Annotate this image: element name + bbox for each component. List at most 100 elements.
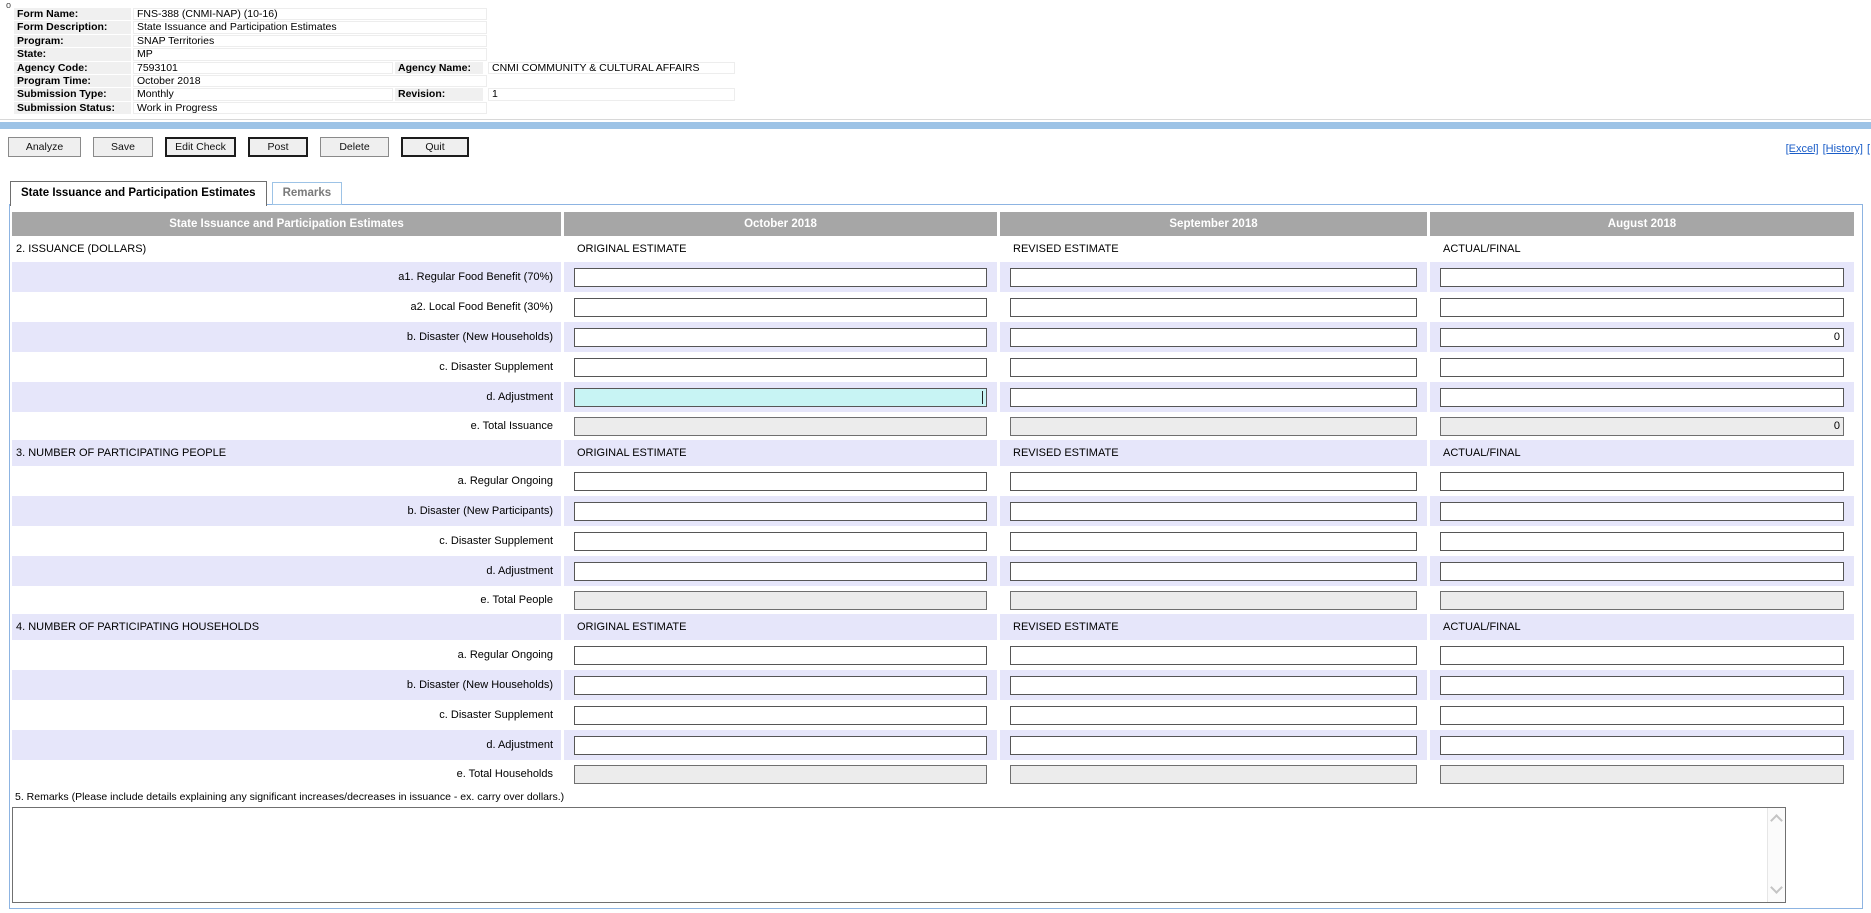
data-row: a2. Local Food Benefit (30%) xyxy=(12,292,1854,322)
estimate-field[interactable] xyxy=(1010,706,1417,725)
estimate-field[interactable] xyxy=(1010,736,1417,755)
estimate-field[interactable] xyxy=(574,388,987,407)
total-field[interactable] xyxy=(574,591,987,610)
data-row: c. Disaster Supplement xyxy=(12,352,1854,382)
estimate-field[interactable] xyxy=(1010,298,1417,317)
row-label: a. Regular Ongoing xyxy=(12,466,561,496)
estimate-field[interactable] xyxy=(1440,736,1844,755)
grid-cell xyxy=(1000,640,1427,670)
estimate-field[interactable] xyxy=(574,532,987,551)
grid-cell xyxy=(1000,730,1427,760)
total-field[interactable] xyxy=(574,417,987,436)
row-label: b. Disaster (New Households) xyxy=(12,670,561,700)
form-field-row: Submission Type:MonthlyRevision:1 xyxy=(14,88,735,101)
estimate-field[interactable] xyxy=(1440,328,1844,347)
scroll-up-icon[interactable] xyxy=(1770,814,1783,827)
estimate-field[interactable] xyxy=(574,676,987,695)
data-row: d. Adjustment xyxy=(12,730,1854,760)
estimate-field[interactable] xyxy=(1010,502,1417,521)
estimate-field[interactable] xyxy=(1440,472,1844,491)
total-field[interactable] xyxy=(1440,417,1844,436)
estimate-field[interactable] xyxy=(1440,646,1844,665)
clipped-link[interactable]: [ xyxy=(1867,143,1870,155)
estimate-field[interactable] xyxy=(1010,676,1417,695)
estimate-field[interactable] xyxy=(574,328,987,347)
estimate-field[interactable] xyxy=(1010,358,1417,377)
total-field[interactable] xyxy=(1010,765,1417,784)
estimate-field[interactable] xyxy=(1010,646,1417,665)
total-field[interactable] xyxy=(1440,591,1844,610)
estimate-field[interactable] xyxy=(1440,298,1844,317)
grid-cell xyxy=(564,526,997,556)
input-wrap xyxy=(574,532,987,551)
estimate-field[interactable] xyxy=(1440,268,1844,287)
grid-cell xyxy=(564,292,997,322)
estimate-field[interactable] xyxy=(1440,532,1844,551)
grid-cell xyxy=(1000,262,1427,292)
grid-cell xyxy=(1000,526,1427,556)
estimate-type-label: REVISED ESTIMATE xyxy=(1000,440,1427,466)
input-wrap xyxy=(1440,298,1844,317)
grid-cell xyxy=(564,412,997,440)
estimate-field[interactable] xyxy=(1440,388,1844,407)
row-label: c. Disaster Supplement xyxy=(12,526,561,556)
total-field[interactable] xyxy=(1010,417,1417,436)
estimate-field[interactable] xyxy=(574,472,987,491)
estimate-field[interactable] xyxy=(574,736,987,755)
estimate-field[interactable] xyxy=(1440,676,1844,695)
estimate-field[interactable] xyxy=(1010,562,1417,581)
quit-button[interactable]: Quit xyxy=(401,137,469,157)
grid-cell xyxy=(564,730,997,760)
estimate-field[interactable] xyxy=(574,502,987,521)
form-field-value: SNAP Territories xyxy=(133,35,487,47)
tab-state-issuance[interactable]: State Issuance and Participation Estimat… xyxy=(10,181,267,206)
estimate-field[interactable] xyxy=(1010,268,1417,287)
scroll-down-icon[interactable] xyxy=(1770,881,1783,894)
row-label: e. Total Households xyxy=(12,760,561,788)
estimate-field[interactable] xyxy=(1010,328,1417,347)
input-wrap xyxy=(574,417,987,436)
remarks-textarea[interactable] xyxy=(13,808,1768,902)
grid-header-estimates: State Issuance and Participation Estimat… xyxy=(12,212,561,236)
estimate-field[interactable] xyxy=(1440,502,1844,521)
grid-cell xyxy=(564,670,997,700)
analyze-button[interactable]: Analyze xyxy=(8,137,81,157)
grid-cell xyxy=(1430,700,1854,730)
post-button[interactable]: Post xyxy=(248,137,308,157)
grid-cell xyxy=(1000,760,1427,788)
estimate-field[interactable] xyxy=(1440,358,1844,377)
input-wrap xyxy=(1440,706,1844,725)
grid-cell xyxy=(1430,526,1854,556)
save-button[interactable]: Save xyxy=(93,137,153,157)
input-wrap xyxy=(574,736,987,755)
estimate-field[interactable] xyxy=(1010,388,1417,407)
total-field[interactable] xyxy=(1440,765,1844,784)
input-wrap xyxy=(1010,358,1417,377)
grid-cell xyxy=(1000,292,1427,322)
estimate-field[interactable] xyxy=(574,646,987,665)
estimate-field[interactable] xyxy=(574,706,987,725)
estimate-field[interactable] xyxy=(1010,532,1417,551)
section-title: 2. ISSUANCE (DOLLARS) xyxy=(12,236,561,262)
form-field-value: State Issuance and Participation Estimat… xyxy=(133,21,487,33)
tab-remarks[interactable]: Remarks xyxy=(272,182,343,205)
estimate-field[interactable] xyxy=(1010,472,1417,491)
total-field[interactable] xyxy=(1010,591,1417,610)
data-row: b. Disaster (New Participants) xyxy=(12,496,1854,526)
grid-header-september: September 2018 xyxy=(1000,212,1427,236)
estimate-field[interactable] xyxy=(574,358,987,377)
data-row: b. Disaster (New Households) xyxy=(12,322,1854,352)
estimate-field[interactable] xyxy=(574,562,987,581)
excel-link[interactable]: [Excel] xyxy=(1786,143,1819,155)
estimate-field[interactable] xyxy=(1440,706,1844,725)
estimate-field[interactable] xyxy=(574,268,987,287)
scrollbar[interactable] xyxy=(1767,808,1785,902)
delete-button[interactable]: Delete xyxy=(320,137,389,157)
history-link[interactable]: [History] xyxy=(1823,143,1863,155)
estimate-field[interactable] xyxy=(1440,562,1844,581)
input-wrap xyxy=(1440,591,1844,610)
edit-check-button[interactable]: Edit Check xyxy=(165,137,236,157)
form-field-value: 1 xyxy=(488,88,735,100)
total-field[interactable] xyxy=(574,765,987,784)
estimate-field[interactable] xyxy=(574,298,987,317)
